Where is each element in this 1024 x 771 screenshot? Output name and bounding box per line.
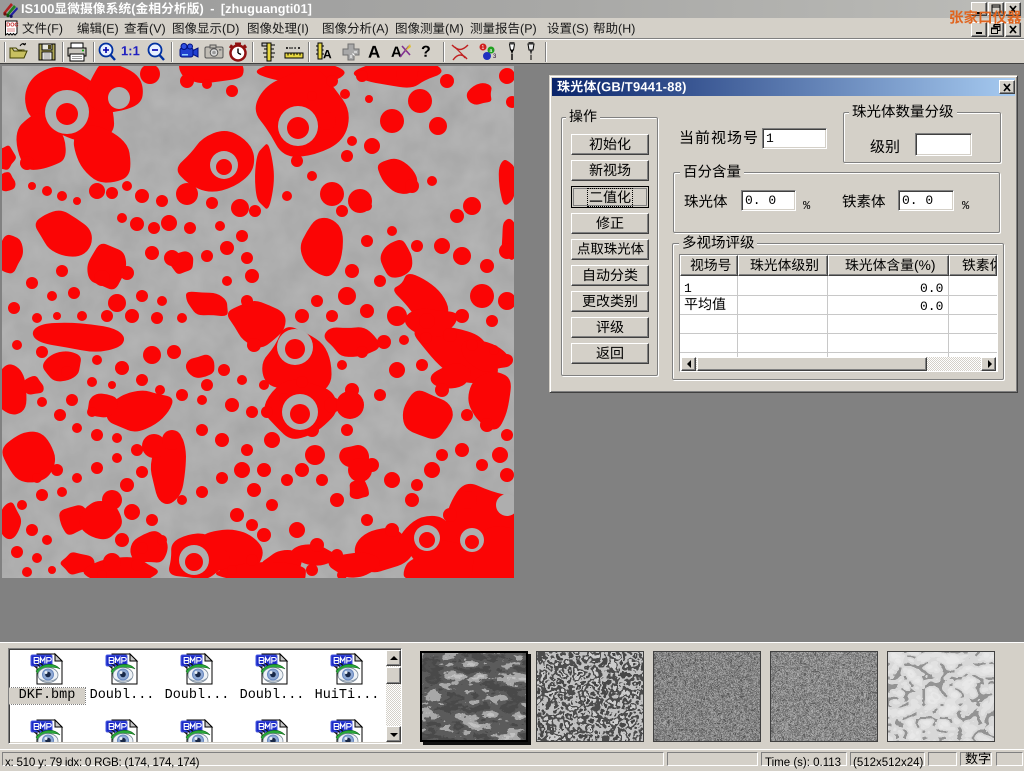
svg-text:DOC: DOC	[6, 23, 18, 29]
svg-text:1: 1	[482, 45, 485, 51]
svg-text:3: 3	[493, 54, 497, 60]
